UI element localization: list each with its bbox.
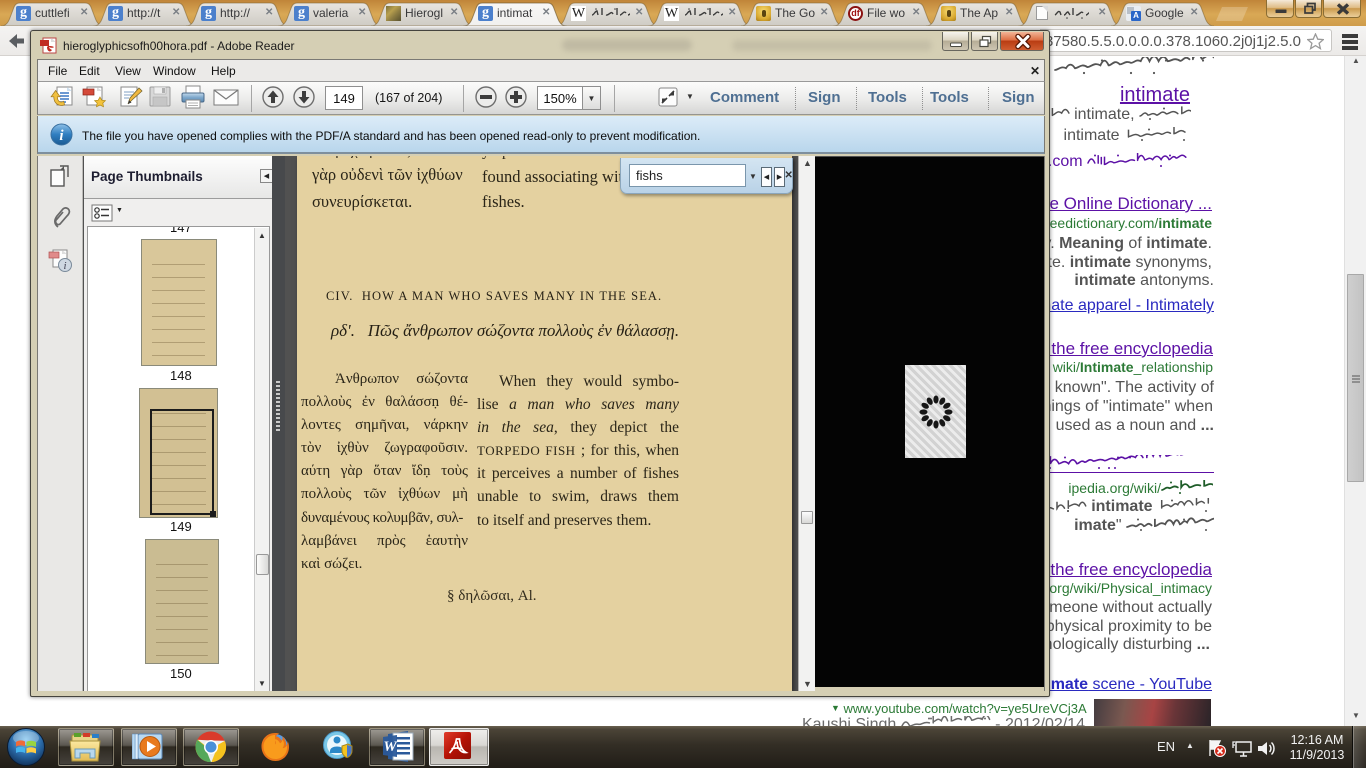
- svg-text:i: i: [63, 260, 66, 272]
- svg-text:W: W: [383, 739, 398, 755]
